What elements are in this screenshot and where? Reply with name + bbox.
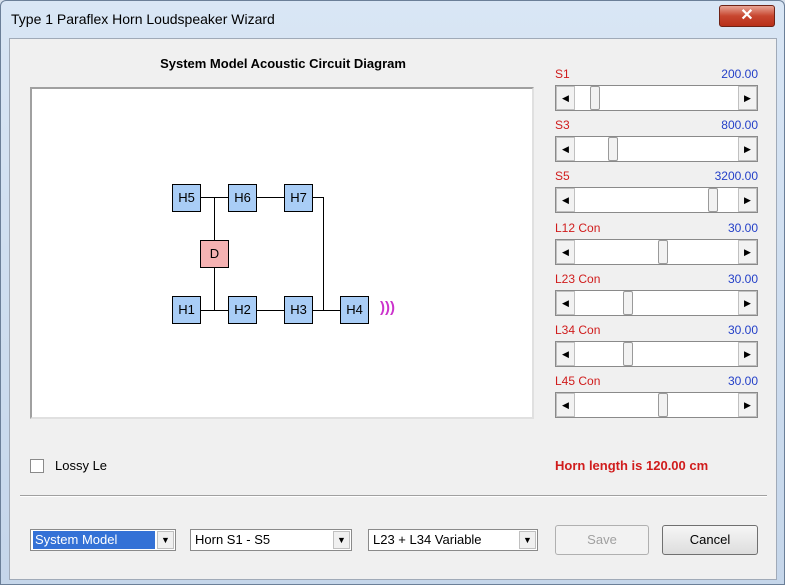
- right-arrow-icon[interactable]: ▶: [738, 342, 757, 366]
- model-select-value: System Model: [33, 531, 155, 549]
- left-arrow-icon[interactable]: ◀: [556, 291, 575, 315]
- right-arrow-icon[interactable]: ▶: [738, 86, 757, 110]
- slider-l23: L23 Con 30.00 ◀ ▶: [555, 272, 758, 316]
- left-arrow-icon[interactable]: ◀: [556, 188, 575, 212]
- slider-label: S3: [555, 118, 570, 132]
- chevron-down-icon[interactable]: ▼: [157, 531, 174, 549]
- lossy-le-label[interactable]: Lossy Le: [55, 458, 107, 473]
- slider-label: S1: [555, 67, 570, 81]
- save-button[interactable]: Save: [555, 525, 649, 555]
- slider-s5: S5 3200.00 ◀ ▶: [555, 169, 758, 213]
- left-arrow-icon[interactable]: ◀: [556, 393, 575, 417]
- slider-label: L45 Con: [555, 374, 601, 388]
- slider-s5-scrollbar[interactable]: ◀ ▶: [555, 187, 758, 213]
- slider-label: S5: [555, 169, 570, 183]
- node-h3: H3: [284, 296, 313, 324]
- node-h5: H5: [172, 184, 201, 212]
- left-arrow-icon[interactable]: ◀: [556, 342, 575, 366]
- slider-label: L12 Con: [555, 221, 601, 235]
- slider-label: L23 Con: [555, 272, 601, 286]
- slider-l23-scrollbar[interactable]: ◀ ▶: [555, 290, 758, 316]
- left-arrow-icon[interactable]: ◀: [556, 137, 575, 161]
- lossy-le-checkbox[interactable]: [30, 459, 44, 473]
- scroll-thumb[interactable]: [658, 393, 669, 417]
- variable-select-value: L23 + L34 Variable: [373, 532, 482, 547]
- node-h4: H4: [340, 296, 369, 324]
- slider-value: 30.00: [727, 374, 758, 388]
- slider-value: 30.00: [727, 221, 758, 235]
- node-h7: H7: [284, 184, 313, 212]
- circuit-diagram: H5 H6 H7 D H1 H2 H3 H4 ))): [30, 87, 534, 419]
- model-select[interactable]: System Model ▼: [30, 529, 176, 551]
- variable-select[interactable]: L23 + L34 Variable ▼: [368, 529, 538, 551]
- scroll-thumb[interactable]: [658, 240, 669, 264]
- right-arrow-icon[interactable]: ▶: [738, 240, 757, 264]
- right-arrow-icon[interactable]: ▶: [738, 137, 757, 161]
- slider-l12-scrollbar[interactable]: ◀ ▶: [555, 239, 758, 265]
- window-title: Type 1 Paraflex Horn Loudspeaker Wizard: [11, 11, 275, 27]
- slider-l34: L34 Con 30.00 ◀ ▶: [555, 323, 758, 367]
- slider-label: L34 Con: [555, 323, 601, 337]
- diagram-title: System Model Acoustic Circuit Diagram: [160, 56, 406, 71]
- scroll-thumb[interactable]: [608, 137, 619, 161]
- scroll-thumb[interactable]: [590, 86, 601, 110]
- right-arrow-icon[interactable]: ▶: [738, 188, 757, 212]
- left-arrow-icon[interactable]: ◀: [556, 86, 575, 110]
- slider-value: 800.00: [721, 118, 758, 132]
- slider-s3-scrollbar[interactable]: ◀ ▶: [555, 136, 758, 162]
- wire-right: [323, 197, 324, 311]
- slider-l12: L12 Con 30.00 ◀ ▶: [555, 221, 758, 265]
- slider-value: 30.00: [727, 272, 758, 286]
- chevron-down-icon[interactable]: ▼: [333, 531, 350, 549]
- cancel-button[interactable]: Cancel: [662, 525, 758, 555]
- slider-value: 200.00: [721, 67, 758, 81]
- chevron-down-icon[interactable]: ▼: [519, 531, 536, 549]
- horn-select[interactable]: Horn S1 - S5 ▼: [190, 529, 352, 551]
- wizard-window: Type 1 Paraflex Horn Loudspeaker Wizard …: [0, 0, 785, 585]
- divider: [20, 495, 767, 497]
- title-bar: Type 1 Paraflex Horn Loudspeaker Wizard …: [1, 1, 784, 37]
- slider-l45: L45 Con 30.00 ◀ ▶: [555, 374, 758, 418]
- node-h6: H6: [228, 184, 257, 212]
- left-arrow-icon[interactable]: ◀: [556, 240, 575, 264]
- slider-s1: S1 200.00 ◀ ▶: [555, 67, 758, 111]
- slider-l45-scrollbar[interactable]: ◀ ▶: [555, 392, 758, 418]
- scroll-thumb[interactable]: [623, 291, 634, 315]
- right-arrow-icon[interactable]: ▶: [738, 291, 757, 315]
- right-arrow-icon[interactable]: ▶: [738, 393, 757, 417]
- wire-bottom: [201, 310, 341, 311]
- sound-wave-icon: ))): [380, 299, 395, 316]
- slider-l34-scrollbar[interactable]: ◀ ▶: [555, 341, 758, 367]
- horn-select-value: Horn S1 - S5: [195, 532, 271, 547]
- node-h1: H1: [172, 296, 201, 324]
- slider-s3: S3 800.00 ◀ ▶: [555, 118, 758, 162]
- slider-s1-scrollbar[interactable]: ◀ ▶: [555, 85, 758, 111]
- scroll-thumb[interactable]: [707, 188, 718, 212]
- dialog-body: System Model Acoustic Circuit Diagram H5…: [9, 38, 777, 580]
- node-h2: H2: [228, 296, 257, 324]
- slider-value: 30.00: [727, 323, 758, 337]
- scroll-thumb[interactable]: [623, 342, 634, 366]
- close-button[interactable]: ✕: [719, 5, 775, 27]
- horn-length-status: Horn length is 120.00 cm: [555, 458, 709, 473]
- close-icon: ✕: [740, 7, 754, 24]
- node-driver: D: [200, 240, 229, 268]
- slider-value: 3200.00: [714, 169, 758, 183]
